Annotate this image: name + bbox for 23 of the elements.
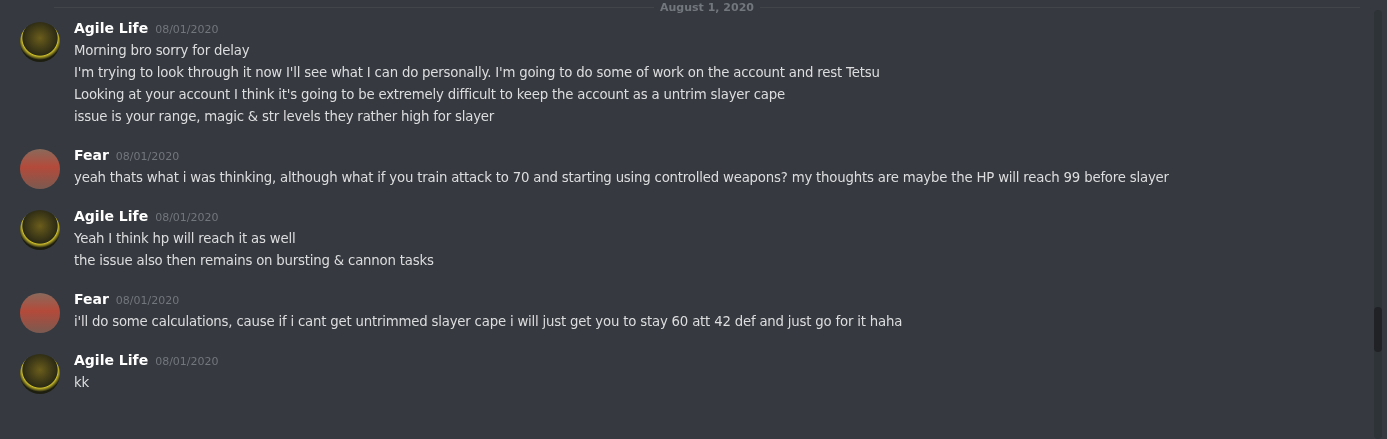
message-text: issue is your range, magic & str levels they rather high for slayer bbox=[74, 108, 496, 126]
username[interactable]: Agile Life bbox=[74, 352, 149, 368]
message-text: Yeah I think hp will reach it as well bbox=[74, 230, 297, 248]
message-text: Looking at your account I think it's going to be extremely difficult to keep the account as a untrim slayer cape bbox=[74, 86, 786, 104]
username[interactable]: Fear bbox=[74, 147, 109, 163]
username[interactable]: Fear bbox=[74, 291, 109, 307]
timestamp: 08/01/2020 bbox=[115, 294, 180, 307]
username[interactable]: Agile Life bbox=[74, 20, 149, 36]
message-text: yeah thats what i was thinking, although what if you train attack to 70 and starting using controlled weapons? my thoughts are maybe the HP will reach 99 before slayer bbox=[74, 169, 1169, 187]
message-text: the issue also then remains on bursting & cannon tasks bbox=[74, 252, 434, 270]
timestamp: 08/01/2020 bbox=[155, 355, 219, 368]
message-text: kk bbox=[74, 374, 90, 392]
avatar[interactable] bbox=[20, 22, 60, 62]
scrollbar-thumb[interactable] bbox=[1374, 307, 1382, 352]
avatar[interactable] bbox=[20, 354, 60, 394]
message-text: Morning bro sorry for delay bbox=[74, 42, 251, 60]
timestamp: 08/01/2020 bbox=[155, 23, 219, 36]
message-text: I'm trying to look through it now I'll see what I can do personally. I'm going to do some of work on the account and rest Tetsu bbox=[74, 64, 880, 82]
username[interactable]: Agile Life bbox=[74, 208, 149, 224]
timestamp: 08/01/2020 bbox=[115, 150, 180, 163]
message-text: i'll do some calculations, cause if i cant get untrimmed slayer cape i will just get you to stay 60 att 42 def and just go for it haha bbox=[74, 313, 903, 331]
avatar[interactable] bbox=[20, 210, 60, 250]
timestamp: 08/01/2020 bbox=[155, 211, 219, 224]
